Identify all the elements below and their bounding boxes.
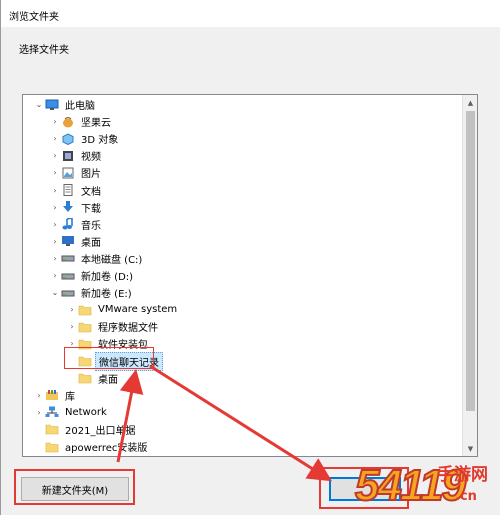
chevron-right-icon[interactable]: › bbox=[50, 270, 60, 282]
chevron-right-icon[interactable]: › bbox=[50, 150, 60, 162]
chevron-placeholder bbox=[67, 372, 77, 384]
watermark-text: 手游网 bbox=[437, 465, 488, 485]
tree-item[interactable]: › 图片 bbox=[23, 164, 463, 181]
chevron-right-icon[interactable]: › bbox=[50, 218, 60, 230]
chevron-right-icon[interactable]: › bbox=[67, 321, 77, 333]
tree-item[interactable]: › Network bbox=[23, 404, 463, 421]
tree-item[interactable] bbox=[23, 455, 463, 456]
tree-item-label: 新加卷 (E:) bbox=[81, 289, 132, 301]
pictures-icon bbox=[60, 166, 75, 180]
tree-item[interactable]: › 下载 bbox=[23, 199, 463, 216]
tree-item[interactable]: ⌄ 新加卷 (E:) bbox=[23, 284, 463, 301]
chevron-right-icon[interactable]: › bbox=[50, 235, 60, 247]
highlight-box-selected-folder bbox=[64, 347, 154, 369]
tree-item-label: 下载 bbox=[81, 203, 101, 215]
tree-item-label: 桌面 bbox=[98, 374, 118, 386]
chevron-right-icon[interactable]: › bbox=[50, 252, 60, 264]
folder-tree-list: ⌄ 此电脑 › 坚果云 › 3D 对象 › 视频 › 图片 › 文档 › 下载 › 音乐 › 桌面 › 本地磁盘 (C… bbox=[23, 95, 463, 456]
library-icon bbox=[44, 388, 59, 402]
browse-folder-dialog: 浏览文件夹 选择文件夹 ⌄ 此电脑 › 坚果云 › 3D 对象 › 视频 › 图片 › 文档 › 下载 › 音… bbox=[0, 0, 500, 515]
network-icon bbox=[44, 405, 59, 419]
tree-item-label: 3D 对象 bbox=[81, 135, 119, 147]
tree-item-label: VMware system bbox=[98, 304, 178, 316]
highlight-box-new-folder bbox=[14, 469, 135, 505]
folder-tree[interactable]: ⌄ 此电脑 › 坚果云 › 3D 对象 › 视频 › 图片 › 文档 › 下载 › 音乐 › 桌面 › 本地磁盘 (C… bbox=[22, 94, 478, 457]
drive-icon bbox=[60, 269, 75, 283]
tree-item[interactable]: › 本地磁盘 (C:) bbox=[23, 250, 463, 267]
chevron-right-icon[interactable]: › bbox=[50, 167, 60, 179]
tree-item-label: apowerrec安装版 bbox=[65, 443, 148, 454]
document-icon bbox=[60, 183, 75, 197]
instruction-text: 选择文件夹 bbox=[19, 45, 69, 56]
folder-icon bbox=[44, 440, 59, 454]
computer-icon bbox=[44, 98, 59, 112]
folder-icon bbox=[77, 320, 92, 334]
chevron-right-icon[interactable]: › bbox=[50, 116, 60, 128]
watermark-domain: .cn bbox=[455, 489, 477, 504]
chevron-placeholder bbox=[34, 423, 44, 435]
folder-icon bbox=[77, 371, 92, 385]
tree-item[interactable]: ⌄ 此电脑 bbox=[23, 96, 463, 113]
tree-item-label: 坚果云 bbox=[81, 118, 111, 130]
watermark-logo: 54119 手游网 .cn bbox=[354, 462, 500, 515]
tree-item[interactable]: 桌面 bbox=[23, 370, 463, 387]
music-icon bbox=[60, 217, 75, 231]
tree-item[interactable]: › 库 bbox=[23, 387, 463, 404]
tree-item-label: 图片 bbox=[81, 169, 101, 181]
tree-item[interactable]: › 文档 bbox=[23, 182, 463, 199]
cube-icon bbox=[60, 132, 75, 146]
tree-item[interactable]: › 3D 对象 bbox=[23, 130, 463, 147]
tree-item-label: 程序数据文件 bbox=[98, 323, 158, 335]
tree-item-label: 2021_出口单据 bbox=[65, 425, 136, 437]
tree-item-label: 新加卷 (D:) bbox=[81, 272, 134, 283]
tree-item[interactable]: › VMware system bbox=[23, 301, 463, 318]
tree-item-label: 本地磁盘 (C:) bbox=[81, 254, 143, 266]
tree-item[interactable]: › 桌面 bbox=[23, 233, 463, 250]
chevron-down-icon[interactable]: ⌄ bbox=[34, 99, 44, 111]
chevron-right-icon[interactable]: › bbox=[50, 201, 60, 213]
tree-item[interactable]: › 坚果云 bbox=[23, 113, 463, 130]
tree-item-label: Network bbox=[65, 406, 107, 418]
download-icon bbox=[60, 200, 75, 214]
scroll-down-icon[interactable]: ▼ bbox=[463, 441, 477, 456]
chevron-right-icon[interactable]: › bbox=[67, 304, 77, 316]
tree-item-label: 视频 bbox=[81, 152, 101, 164]
chevron-placeholder bbox=[34, 441, 44, 453]
tree-item-label: 音乐 bbox=[81, 220, 101, 232]
chevron-right-icon[interactable]: › bbox=[50, 133, 60, 145]
chevron-right-icon[interactable]: › bbox=[34, 406, 44, 418]
nutstore-icon bbox=[60, 115, 75, 129]
tree-item[interactable]: 2021_出口单据 bbox=[23, 421, 463, 438]
chevron-right-icon[interactable]: › bbox=[34, 389, 44, 401]
title-bar[interactable]: 浏览文件夹 bbox=[1, 0, 500, 27]
folder-icon bbox=[77, 303, 92, 317]
desktop-icon bbox=[60, 234, 75, 248]
scroll-thumb[interactable] bbox=[466, 111, 475, 411]
scroll-up-icon[interactable]: ▲ bbox=[463, 95, 477, 110]
chevron-right-icon[interactable]: › bbox=[50, 184, 60, 196]
chevron-down-icon[interactable]: ⌄ bbox=[50, 287, 60, 299]
tree-item-label: 库 bbox=[65, 391, 75, 403]
vertical-scrollbar[interactable]: ▲ ▼ bbox=[462, 95, 477, 456]
drive-icon bbox=[60, 286, 75, 300]
tree-item-label: 文档 bbox=[81, 186, 101, 198]
tree-item[interactable]: › 新加卷 (D:) bbox=[23, 267, 463, 284]
tree-item-label: 此电脑 bbox=[65, 101, 95, 112]
tree-item[interactable]: › 程序数据文件 bbox=[23, 318, 463, 335]
drive-icon bbox=[60, 251, 75, 265]
video-icon bbox=[60, 149, 75, 163]
tree-item[interactable]: › 视频 bbox=[23, 147, 463, 164]
tree-item[interactable]: apowerrec安装版 bbox=[23, 438, 463, 455]
folder-icon bbox=[44, 422, 59, 436]
tree-item[interactable]: › 音乐 bbox=[23, 216, 463, 233]
tree-item-label: 桌面 bbox=[81, 237, 101, 249]
window-title: 浏览文件夹 bbox=[9, 12, 59, 23]
